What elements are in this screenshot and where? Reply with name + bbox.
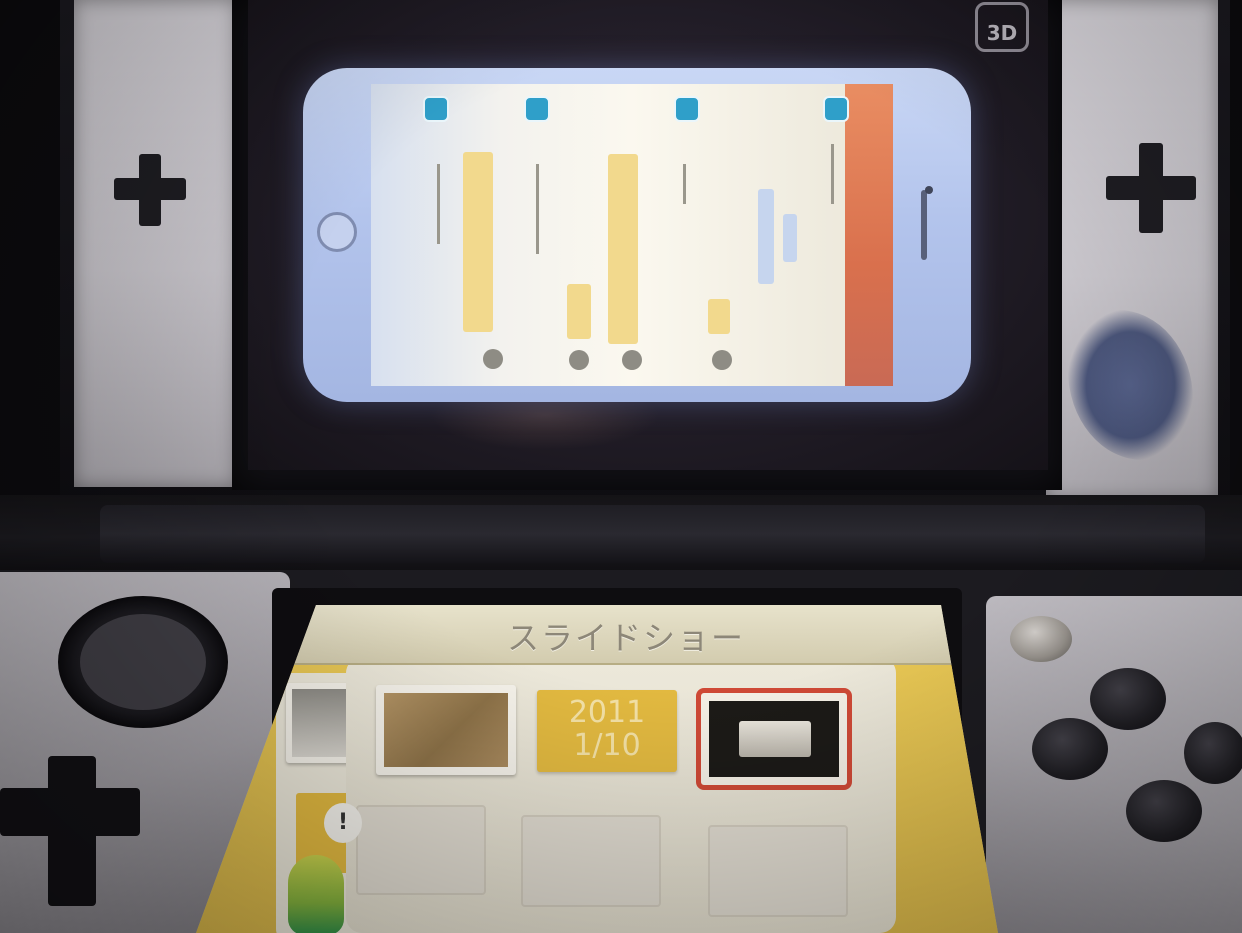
decal-cross-vertical (1139, 143, 1163, 233)
photo-thumbnail[interactable] (376, 685, 516, 775)
chat-text-line (831, 144, 834, 204)
thumbnail-image (292, 689, 350, 757)
chat-bubble-sent (463, 152, 493, 332)
chat-text-line (683, 164, 686, 204)
y-button[interactable] (1032, 718, 1108, 780)
chat-avatar-icon (524, 96, 550, 122)
lower-touch-screen: 2011 1/10 ! スライドショー (196, 605, 998, 933)
chat-bubble-received (758, 189, 774, 284)
chat-user-avatar (712, 350, 732, 370)
chat-bubble-sent (708, 299, 730, 334)
x-button[interactable] (1090, 668, 1166, 730)
chat-text-line (536, 164, 539, 254)
empty-slot[interactable] (708, 825, 848, 917)
circle-pad-cap[interactable] (80, 614, 206, 710)
phone-camera (925, 186, 933, 194)
chat-app-header (845, 84, 893, 386)
speech-bubble[interactable]: ! (324, 803, 362, 843)
thumbnail-image (384, 693, 508, 767)
phone-home-button (317, 212, 357, 252)
chat-bubble-sent (567, 284, 591, 339)
date-card-year: 2011 (568, 695, 646, 730)
chat-text-line (437, 164, 440, 244)
three-d-logo: 3D (975, 2, 1029, 52)
phone-speaker (921, 190, 927, 260)
chat-user-avatar (483, 349, 503, 369)
chat-avatar-icon (423, 96, 449, 122)
screen-title: スライドショー (506, 619, 745, 657)
date-card[interactable]: 2011 1/10 (537, 690, 677, 772)
chat-user-avatar (569, 350, 589, 370)
empty-slot[interactable] (521, 815, 661, 907)
thumbnail-image (709, 701, 839, 777)
chat-bubble-sent (608, 154, 638, 344)
c-stick[interactable] (1010, 616, 1072, 662)
chat-bubble-received (783, 214, 797, 262)
upper-left-skin-panel (74, 0, 236, 487)
monster-emblem-decal (1068, 310, 1193, 460)
date-card-date: 1/10 (573, 728, 641, 763)
phone-screen (371, 84, 893, 386)
chat-avatar-icon (823, 96, 849, 122)
selected-photo-thumbnail[interactable] (696, 688, 852, 790)
a-button[interactable] (1184, 722, 1242, 784)
upper-right-skin-panel (1046, 0, 1218, 500)
decal-cross-vertical (139, 154, 161, 226)
title-bar: スライドショー (196, 605, 998, 665)
chat-avatar-icon (674, 96, 700, 122)
bird-mascot[interactable] (288, 855, 344, 933)
empty-slot[interactable] (356, 805, 486, 895)
hinge-bar (100, 505, 1205, 563)
dpad-vertical[interactable] (48, 756, 96, 906)
chat-user-avatar (622, 350, 642, 370)
thumbnail-subject (739, 721, 811, 757)
b-button[interactable] (1126, 780, 1202, 842)
